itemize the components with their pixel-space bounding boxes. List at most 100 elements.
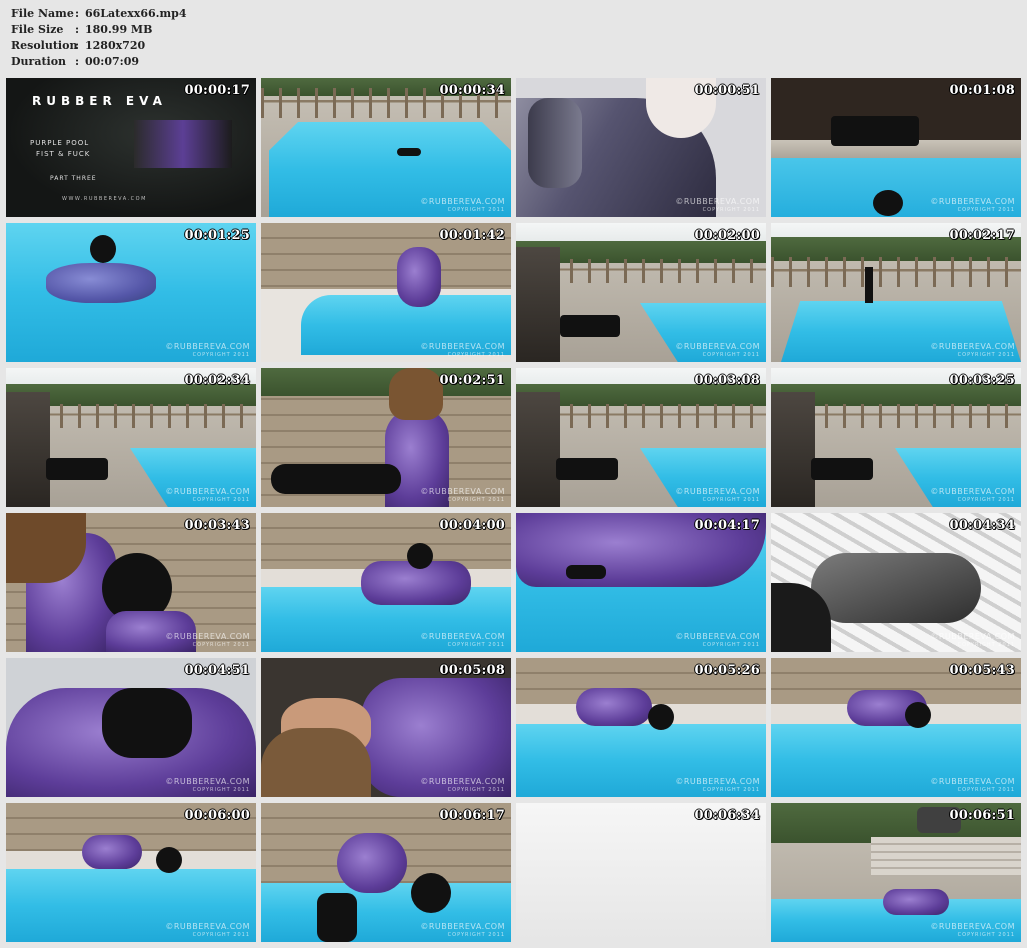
watermark-copyright: COPYRIGHT 2011 — [957, 932, 1015, 938]
pool-house-roof — [6, 392, 50, 507]
timestamp-2: 00:00:34 — [439, 83, 505, 98]
timestamp-1: 00:00:17 — [184, 83, 250, 98]
thumbnail-2[interactable]: 00:00:34 ©RUBBEREVA.COM COPYRIGHT 2011 — [261, 78, 511, 217]
legs — [271, 464, 401, 494]
thumbnail-3[interactable]: 00:00:51 ©RUBBEREVA.COM COPYRIGHT 2011 — [516, 78, 766, 217]
lounger — [556, 458, 618, 480]
timestamp-23: 00:06:34 — [694, 808, 760, 823]
watermark-brand: ©RUBBEREVA.COM — [420, 342, 505, 351]
watermark: ©RUBBEREVA.COM COPYRIGHT 2011 — [420, 633, 505, 649]
watermark: ©RUBBEREVA.COM COPYRIGHT 2011 — [165, 488, 250, 504]
watermark: ©RUBBEREVA.COM COPYRIGHT 2011 — [675, 633, 760, 649]
thumbnail-24[interactable]: 00:06:51 ©RUBBEREVA.COM COPYRIGHT 2011 — [771, 803, 1021, 942]
woman-lying — [576, 688, 652, 726]
thumbnail-17[interactable]: 00:04:51 ©RUBBEREVA.COM COPYRIGHT 2011 — [6, 658, 256, 797]
thumbnail-23[interactable]: 00:06:34 — [516, 803, 766, 942]
watermark-brand: ©RUBBEREVA.COM — [165, 342, 250, 351]
hair — [261, 728, 371, 797]
duration-row: Duration:00:07:09 — [11, 54, 187, 70]
watermark-copyright: COPYRIGHT 2011 — [447, 207, 505, 213]
woman-lying — [82, 835, 142, 869]
thumbnail-14[interactable]: 00:04:00 ©RUBBEREVA.COM COPYRIGHT 2011 — [261, 513, 511, 652]
thumbnail-grid: RUBBER EVA PURPLE POOL FIST & FUCK PART … — [6, 78, 1022, 942]
watermark-brand: ©RUBBEREVA.COM — [420, 922, 505, 931]
timestamp-24: 00:06:51 — [949, 808, 1015, 823]
watermark-brand: ©RUBBEREVA.COM — [675, 777, 760, 786]
timestamp-11: 00:03:08 — [694, 373, 760, 388]
watermark-brand: ©RUBBEREVA.COM — [930, 197, 1015, 206]
steps — [871, 837, 1021, 877]
gloved-hand — [528, 98, 582, 188]
lounger — [811, 458, 873, 480]
watermark: ©RUBBEREVA.COM COPYRIGHT 2011 — [930, 488, 1015, 504]
thumbnail-21[interactable]: 00:06:00 ©RUBBEREVA.COM COPYRIGHT 2011 — [6, 803, 256, 942]
watermark-copyright: COPYRIGHT 2011 — [957, 352, 1015, 358]
watermark-brand: ©RUBBEREVA.COM — [420, 632, 505, 641]
thumbnail-1[interactable]: RUBBER EVA PURPLE POOL FIST & FUCK PART … — [6, 78, 256, 217]
swimmer — [397, 148, 421, 156]
thumbnail-9[interactable]: 00:02:34 ©RUBBEREVA.COM COPYRIGHT 2011 — [6, 368, 256, 507]
watermark-copyright: COPYRIGHT 2011 — [447, 642, 505, 648]
masked-head — [407, 543, 433, 569]
watermark: ©RUBBEREVA.COM COPYRIGHT 2011 — [930, 343, 1015, 359]
watermark-copyright: COPYRIGHT 2011 — [702, 352, 760, 358]
boots — [317, 893, 357, 942]
file-size-label: File Size — [11, 23, 64, 36]
timestamp-17: 00:04:51 — [184, 663, 250, 678]
watermark-brand: ©RUBBEREVA.COM — [675, 342, 760, 351]
title-card-line2: FIST & FUCK — [36, 150, 91, 158]
duration-label: Duration — [11, 55, 67, 68]
timestamp-21: 00:06:00 — [184, 808, 250, 823]
watermark-brand: ©RUBBEREVA.COM — [420, 197, 505, 206]
file-size-row: File Size:180.99 MB — [11, 22, 187, 38]
thumbnail-15[interactable]: 00:04:17 ©RUBBEREVA.COM COPYRIGHT 2011 — [516, 513, 766, 652]
timestamp-10: 00:02:51 — [439, 373, 505, 388]
thumbnail-6[interactable]: 00:01:42 ©RUBBEREVA.COM COPYRIGHT 2011 — [261, 223, 511, 362]
thumbnail-22[interactable]: 00:06:17 ©RUBBEREVA.COM COPYRIGHT 2011 — [261, 803, 511, 942]
masked-head — [411, 873, 451, 913]
watermark-copyright: COPYRIGHT 2011 — [192, 787, 250, 793]
thumbnail-4[interactable]: 00:01:08 ©RUBBEREVA.COM COPYRIGHT 2011 — [771, 78, 1021, 217]
watermark-copyright: COPYRIGHT 2011 — [192, 352, 250, 358]
watermark-brand: ©RUBBEREVA.COM — [675, 632, 760, 641]
thumbnail-12[interactable]: 00:03:25 ©RUBBEREVA.COM COPYRIGHT 2011 — [771, 368, 1021, 507]
watermark: ©RUBBEREVA.COM COPYRIGHT 2011 — [930, 923, 1015, 939]
watermark-copyright: COPYRIGHT 2011 — [447, 352, 505, 358]
watermark-brand: ©RUBBEREVA.COM — [165, 632, 250, 641]
fence — [771, 257, 1021, 287]
file-name-value: 66Latexx66.mp4 — [85, 7, 187, 20]
timestamp-14: 00:04:00 — [439, 518, 505, 533]
title-card-photo — [134, 120, 232, 168]
watermark-copyright: COPYRIGHT 2011 — [957, 642, 1015, 648]
lounger — [46, 458, 108, 480]
lounger — [560, 315, 620, 337]
timestamp-6: 00:01:42 — [439, 228, 505, 243]
thumbnail-18[interactable]: 00:05:08 ©RUBBEREVA.COM COPYRIGHT 2011 — [261, 658, 511, 797]
woman-in-pool — [397, 247, 441, 307]
thumbnail-10[interactable]: 00:02:51 ©RUBBEREVA.COM COPYRIGHT 2011 — [261, 368, 511, 507]
watermark-brand: ©RUBBEREVA.COM — [930, 922, 1015, 931]
thumbnail-11[interactable]: 00:03:08 ©RUBBEREVA.COM COPYRIGHT 2011 — [516, 368, 766, 507]
thumbnail-5[interactable]: 00:01:25 ©RUBBEREVA.COM COPYRIGHT 2011 — [6, 223, 256, 362]
thumbnail-19[interactable]: 00:05:26 ©RUBBEREVA.COM COPYRIGHT 2011 — [516, 658, 766, 797]
watermark: ©RUBBEREVA.COM COPYRIGHT 2011 — [165, 923, 250, 939]
watermark: ©RUBBEREVA.COM COPYRIGHT 2011 — [675, 198, 760, 214]
thumbnail-8[interactable]: 00:02:17 ©RUBBEREVA.COM COPYRIGHT 2011 — [771, 223, 1021, 362]
resolution-sep: : — [75, 39, 80, 52]
watermark-brand: ©RUBBEREVA.COM — [930, 487, 1015, 496]
duration-value: 00:07:09 — [85, 55, 140, 68]
swimmer-body — [46, 263, 156, 303]
duration-sep: : — [75, 55, 80, 68]
watermark-brand: ©RUBBEREVA.COM — [930, 632, 1015, 641]
thumbnail-13[interactable]: 00:03:43 ©RUBBEREVA.COM COPYRIGHT 2011 — [6, 513, 256, 652]
title-card-line1: PURPLE POOL — [30, 139, 90, 147]
thumbnail-7[interactable]: 00:02:00 ©RUBBEREVA.COM COPYRIGHT 2011 — [516, 223, 766, 362]
watermark-copyright: COPYRIGHT 2011 — [957, 207, 1015, 213]
thumbnail-16[interactable]: 00:04:34 ©RUBBEREVA.COM COPYRIGHT 2011 — [771, 513, 1021, 652]
watermark: ©RUBBEREVA.COM COPYRIGHT 2011 — [420, 198, 505, 214]
masked-head — [648, 704, 674, 730]
masked-head — [156, 847, 182, 873]
thumbnail-20[interactable]: 00:05:43 ©RUBBEREVA.COM COPYRIGHT 2011 — [771, 658, 1021, 797]
file-name-label: File Name — [11, 7, 74, 20]
file-name-sep: : — [75, 7, 80, 20]
